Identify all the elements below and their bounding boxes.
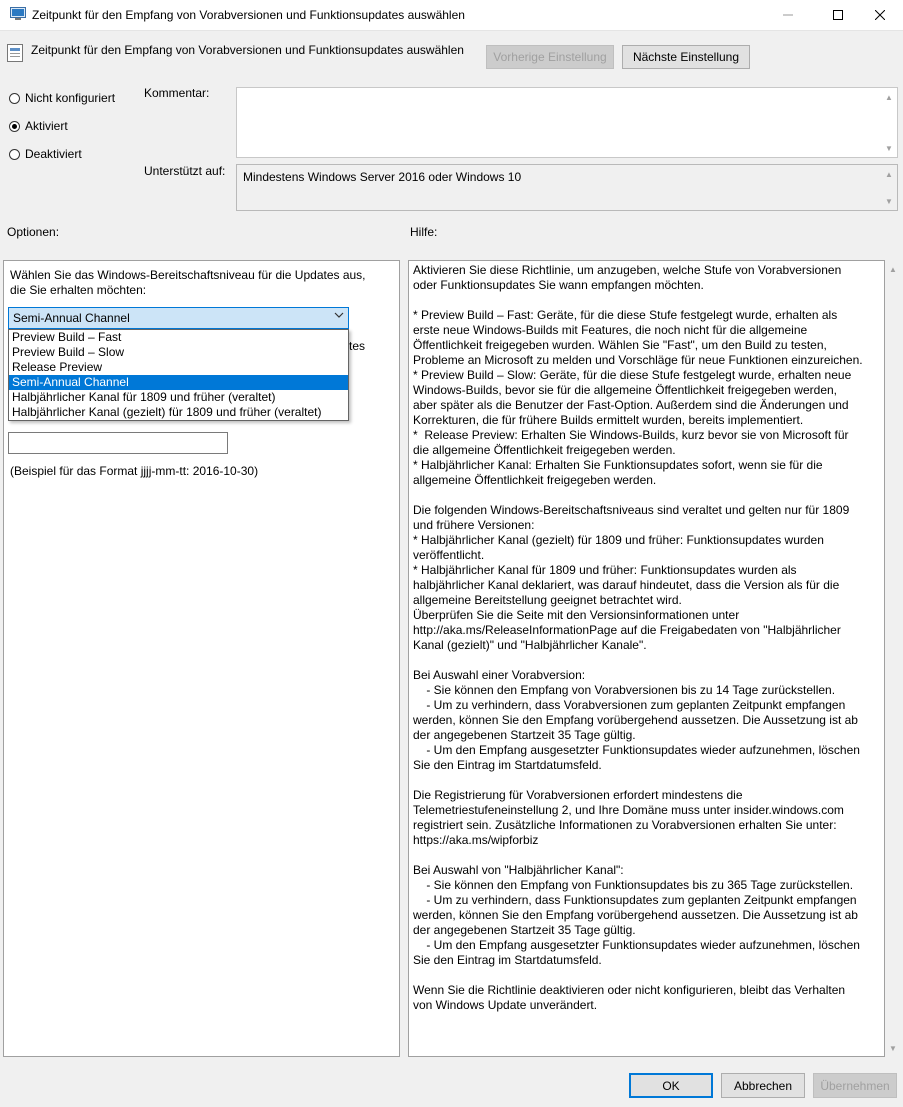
minimize-icon [783, 14, 793, 16]
scroll-up-icon[interactable]: ▲ [881, 90, 897, 104]
radio-indicator [9, 92, 20, 104]
comment-scrollbar[interactable]: ▲ ▼ [881, 88, 897, 157]
scroll-down-icon[interactable]: ▼ [881, 141, 897, 155]
radio-not-configured[interactable]: Nicht konfiguriert [9, 90, 115, 106]
options-label: Optionen: [7, 225, 60, 239]
readiness-level-dropdown[interactable]: Semi-Annual Channel [8, 307, 349, 329]
maximize-button[interactable] [815, 0, 861, 30]
radio-label: Nicht konfiguriert [25, 91, 116, 105]
options-intro: Wählen Sie das Windows-Bereitschaftsnive… [10, 268, 366, 297]
window-title: Zeitpunkt für den Empfang von Vorabversi… [32, 8, 465, 22]
help-panel: Aktivieren Sie diese Richtlinie, um anzu… [408, 260, 885, 1057]
radio-label: Deaktiviert [25, 147, 82, 161]
maximize-icon [833, 10, 843, 20]
radio-enabled[interactable]: Aktiviert [9, 118, 68, 134]
scroll-down-icon[interactable]: ▼ [881, 194, 897, 208]
dropdown-option-halbjaehrlich[interactable]: Halbjährlicher Kanal für 1809 und früher… [9, 390, 348, 405]
help-text: Aktivieren Sie diese Richtlinie, um anzu… [413, 263, 863, 1012]
scroll-down-icon[interactable]: ▼ [885, 1041, 901, 1055]
close-button[interactable] [857, 0, 903, 30]
dropdown-option-semi-annual[interactable]: Semi-Annual Channel [9, 375, 348, 390]
radio-label: Aktiviert [25, 119, 68, 133]
scroll-up-icon[interactable]: ▲ [881, 167, 897, 181]
radio-disabled[interactable]: Deaktiviert [9, 146, 82, 162]
minimize-button[interactable] [765, 0, 811, 30]
close-icon [875, 10, 885, 20]
dropdown-list: Preview Build – Fast Preview Build – Slo… [8, 329, 349, 421]
apply-button[interactable]: Übernehmen [813, 1073, 897, 1098]
dropdown-option-preview-slow[interactable]: Preview Build – Slow [9, 345, 348, 360]
supported-value: Mindestens Windows Server 2016 oder Wind… [243, 170, 522, 184]
next-setting-button[interactable]: Nächste Einstellung [622, 45, 750, 69]
comment-textarea[interactable]: ▲ ▼ [236, 87, 898, 158]
scroll-up-icon[interactable]: ▲ [885, 262, 901, 276]
help-scrollbar[interactable]: ▲ ▼ [885, 260, 901, 1057]
dropdown-option-release-preview[interactable]: Release Preview [9, 360, 348, 375]
setting-icon [7, 44, 23, 62]
radio-indicator [9, 120, 20, 132]
setting-title: Zeitpunkt für den Empfang von Vorabversi… [31, 43, 464, 57]
help-label: Hilfe: [410, 225, 438, 239]
supported-label: Unterstützt auf: [144, 164, 226, 178]
dropdown-option-halbjaehrlich-gezielt[interactable]: Halbjährlicher Kanal (gezielt) für 1809 … [9, 405, 348, 420]
start-date-input[interactable] [8, 432, 228, 454]
supported-textbox: Mindestens Windows Server 2016 oder Wind… [236, 164, 898, 211]
comment-label: Kommentar: [144, 86, 210, 100]
date-format-hint: (Beispiel für das Format jjjj-mm-tt: 201… [10, 464, 259, 478]
dropdown-value: Semi-Annual Channel [13, 311, 130, 325]
previous-setting-button[interactable]: Vorherige Einstellung [486, 45, 614, 69]
ok-button[interactable]: OK [629, 1073, 713, 1098]
policy-window-icon [10, 7, 26, 20]
radio-indicator [9, 148, 20, 160]
chevron-down-icon [334, 311, 344, 322]
title-bar: Zeitpunkt für den Empfang von Vorabversi… [0, 0, 903, 31]
dropdown-option-preview-fast[interactable]: Preview Build – Fast [9, 330, 348, 345]
options-partial-text: tes [349, 339, 366, 353]
cancel-button[interactable]: Abbrechen [721, 1073, 805, 1098]
supported-scrollbar[interactable]: ▲ ▼ [881, 165, 897, 210]
